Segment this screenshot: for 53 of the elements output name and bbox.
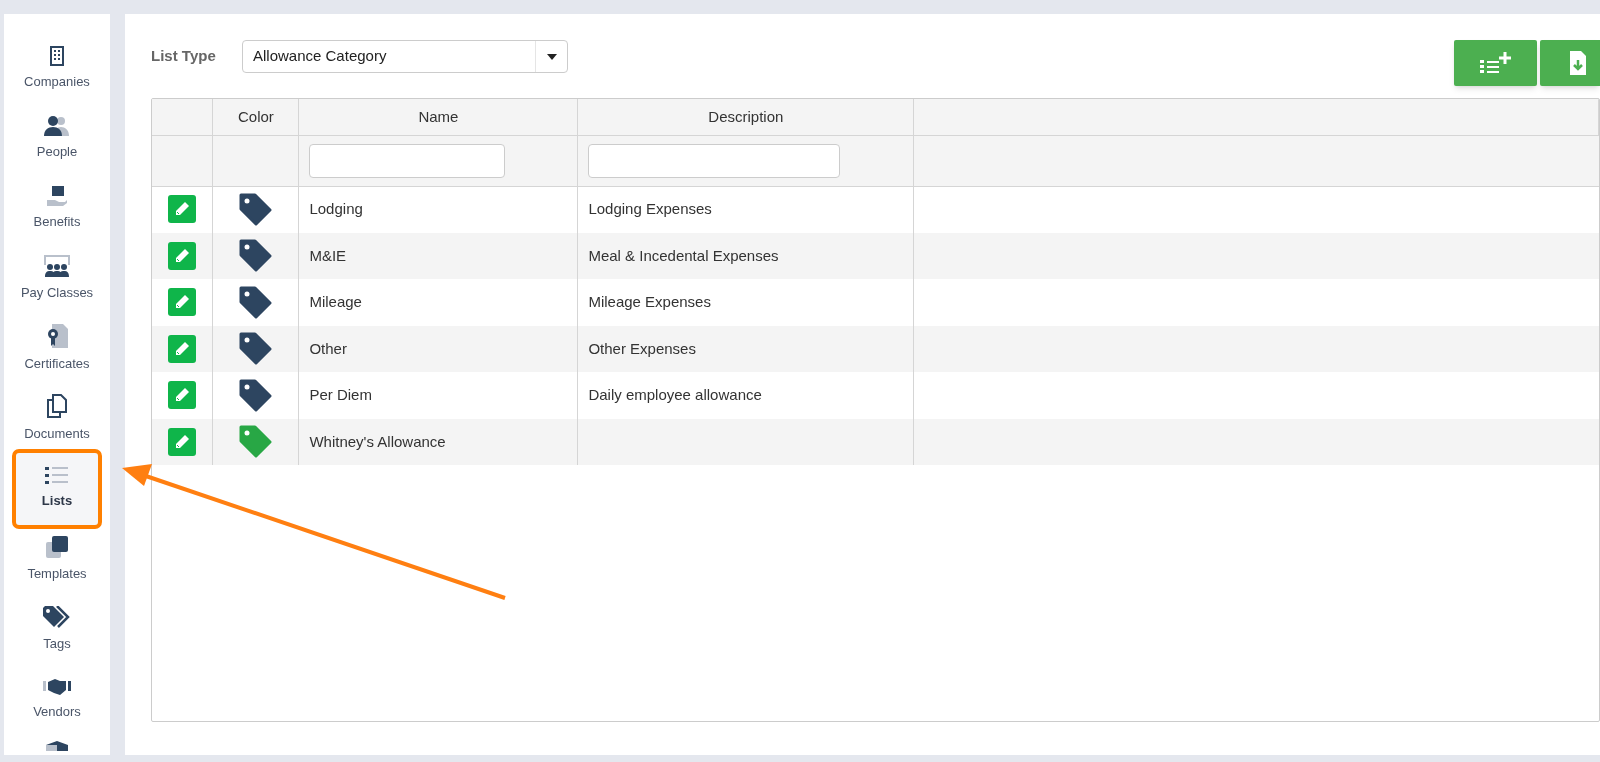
people-icon bbox=[43, 115, 71, 136]
export-button[interactable] bbox=[1540, 40, 1600, 86]
list-icon bbox=[45, 467, 69, 486]
add-list-item-button[interactable] bbox=[1454, 40, 1537, 86]
table-cell: Other bbox=[309, 339, 347, 357]
tags-icon bbox=[43, 605, 71, 628]
table-cell: Lodging bbox=[309, 200, 363, 218]
name-filter-field[interactable] bbox=[309, 143, 506, 178]
sidebar-item[interactable]: Pay Classes bbox=[12, 244, 102, 313]
column-header: Color bbox=[238, 107, 274, 125]
hand-box-icon bbox=[46, 185, 68, 206]
pencil-icon bbox=[174, 433, 191, 450]
sidebar-item[interactable]: Tags bbox=[12, 595, 102, 664]
caret-icon bbox=[546, 53, 557, 60]
edit-button[interactable] bbox=[168, 195, 197, 224]
sidebar-item[interactable]: Companies bbox=[12, 34, 102, 103]
table-cell: Whitney's Allowance bbox=[309, 432, 446, 450]
handshake-icon bbox=[43, 677, 71, 696]
table-cell: Lodging Expenses bbox=[588, 200, 712, 218]
pencil-icon bbox=[174, 294, 191, 310]
description-filter-field[interactable] bbox=[588, 143, 841, 178]
sidebar-item[interactable]: Lists bbox=[12, 449, 102, 529]
classroom-icon bbox=[43, 254, 71, 277]
file-download-icon bbox=[1570, 51, 1586, 75]
sidebar-item[interactable]: Certificates bbox=[12, 314, 102, 383]
edit-button[interactable] bbox=[168, 381, 197, 409]
pencil-icon bbox=[174, 201, 191, 218]
documents-icon bbox=[47, 393, 67, 418]
pencil-icon bbox=[174, 340, 191, 357]
edit-button[interactable] bbox=[168, 334, 197, 363]
list-type-dropdown[interactable]: Allowance Category bbox=[242, 40, 568, 73]
table-cell: Meal & Incedental Expenses bbox=[588, 246, 779, 264]
sidebar-item[interactable]: People bbox=[12, 104, 102, 173]
table-cell: Other Expenses bbox=[588, 339, 696, 357]
building-icon bbox=[50, 45, 64, 66]
pencil-icon bbox=[174, 387, 191, 403]
table-cell: Mileage bbox=[309, 293, 362, 310]
stacked-squares-icon bbox=[46, 535, 68, 558]
edit-button[interactable] bbox=[168, 427, 197, 456]
column-header: Name bbox=[418, 107, 459, 125]
pencil-icon bbox=[174, 247, 191, 264]
sidebar-item[interactable]: Benefits bbox=[12, 174, 102, 243]
column-header: Description bbox=[708, 107, 784, 125]
table-cell: Daily employee allowance bbox=[588, 386, 762, 403]
table-cell: Per Diem bbox=[309, 386, 372, 403]
table-cell: M&IE bbox=[309, 246, 347, 264]
sidebar-item[interactable]: Vendors bbox=[12, 665, 102, 734]
box-icon bbox=[46, 741, 68, 751]
edit-button[interactable] bbox=[168, 241, 197, 270]
table-cell: Mileage Expenses bbox=[588, 293, 711, 310]
certificate-icon bbox=[46, 323, 68, 348]
list-type-label: List Type bbox=[151, 46, 217, 66]
edit-button[interactable] bbox=[168, 288, 197, 316]
